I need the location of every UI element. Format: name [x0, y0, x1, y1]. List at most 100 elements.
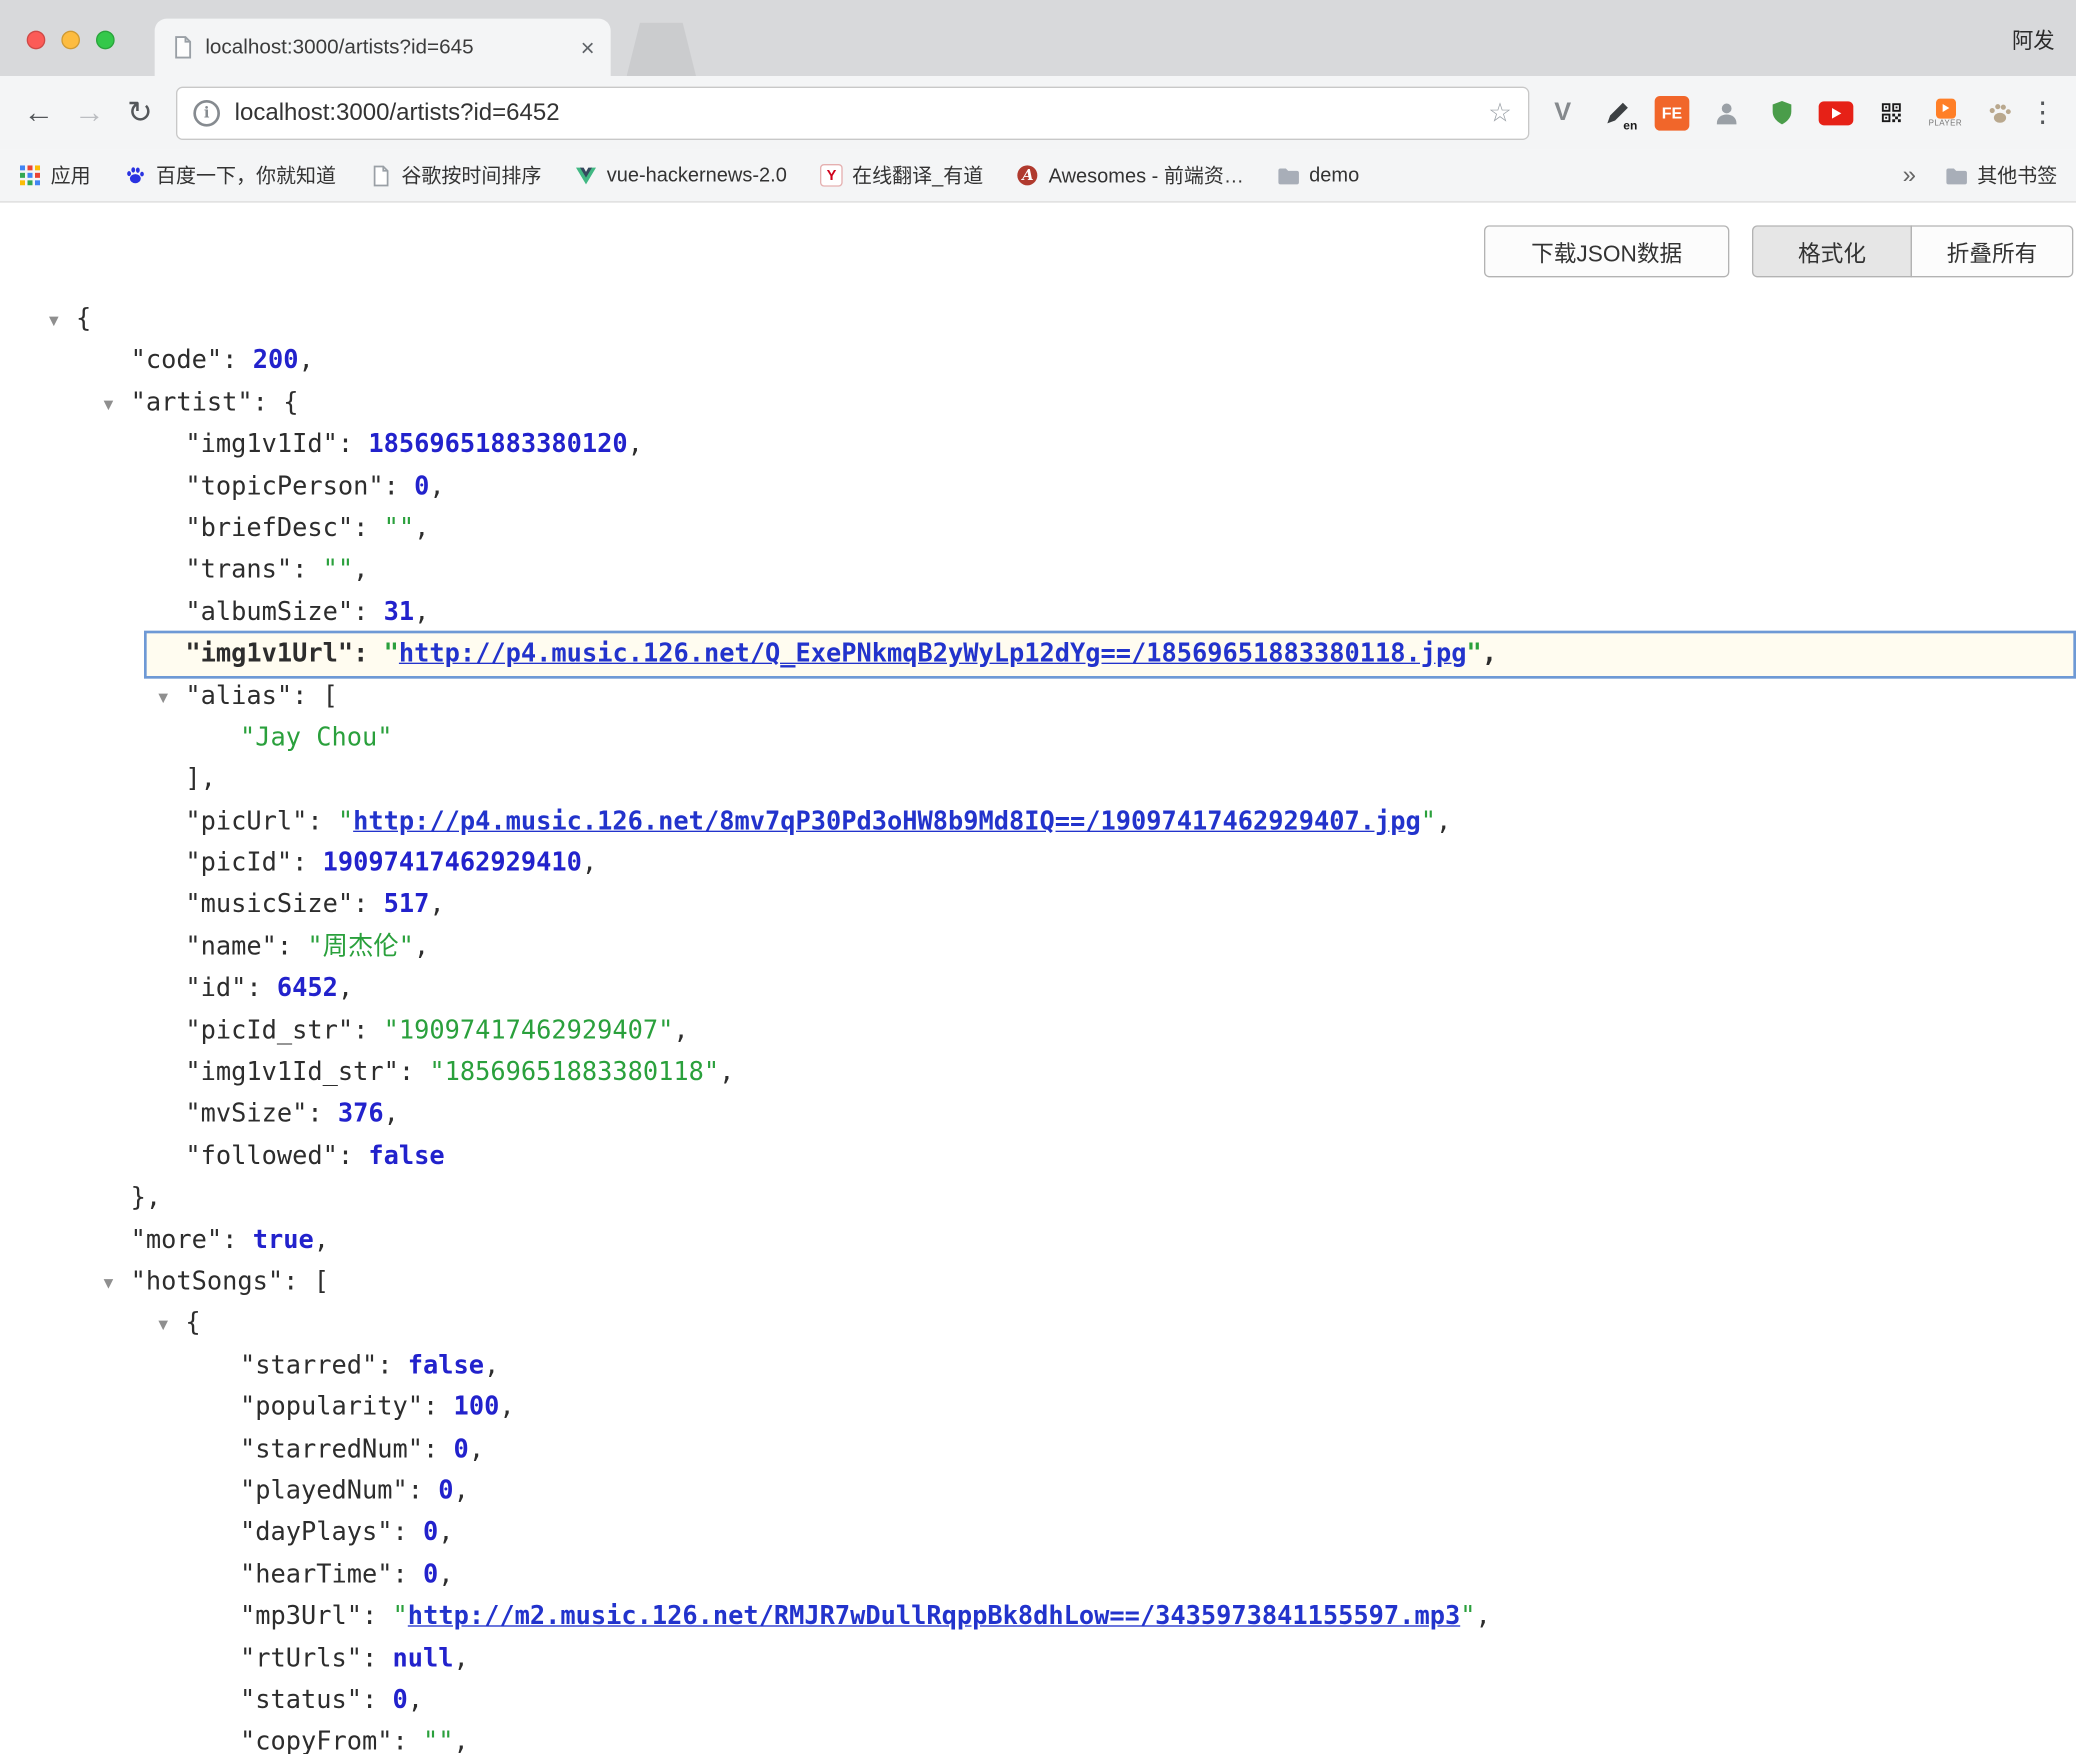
- reload-button[interactable]: ↻: [115, 95, 166, 131]
- json-token-n: 18569651883380120: [368, 430, 627, 459]
- bookmark-item-demo[interactable]: demo: [1277, 164, 1359, 187]
- json-token-p: ,: [454, 1727, 469, 1754]
- window-zoom-button[interactable]: [96, 31, 115, 50]
- vimium-extension-icon[interactable]: V: [1540, 90, 1585, 135]
- bookmark-item-youdao[interactable]: Y 在线翻译_有道: [820, 161, 983, 189]
- json-token-p: :: [377, 1350, 408, 1379]
- forward-button[interactable]: →: [64, 95, 115, 131]
- collapse-arrow-icon[interactable]: ▼: [158, 687, 168, 706]
- bookmark-item-awesomes[interactable]: A Awesomes - 前端资…: [1017, 161, 1244, 189]
- json-line-content: "popularity": 100,: [240, 1387, 2076, 1429]
- json-line: "dayPlays": 0,: [0, 1512, 2076, 1554]
- user-extension-icon[interactable]: [1704, 90, 1749, 135]
- browser-menu-icon[interactable]: ⋮: [2023, 96, 2063, 129]
- json-token-k: "dayPlays": [240, 1518, 393, 1547]
- window-minimize-button[interactable]: [61, 31, 80, 50]
- window-close-button[interactable]: [27, 31, 46, 50]
- shield-extension-icon[interactable]: [1759, 90, 1804, 135]
- json-line: "status": 0,: [0, 1680, 2076, 1722]
- bookmark-item-vue-hackernews[interactable]: vue-hackernews-2.0: [575, 164, 787, 187]
- vimium-v-glyph: V: [1554, 98, 1571, 127]
- json-token-n: 0: [414, 471, 429, 500]
- json-token-p: {: [76, 304, 91, 333]
- json-line-content: "briefDesc": "",: [185, 508, 2076, 550]
- json-token-p: : [: [292, 681, 338, 710]
- browser-tab[interactable]: localhost:3000/artists?id=645 ×: [155, 19, 611, 76]
- json-token-p: ,: [414, 597, 429, 626]
- json-token-p: :: [362, 1601, 393, 1630]
- json-token-k: "name": [185, 932, 277, 961]
- json-line-content: "status": 0,: [240, 1680, 2076, 1722]
- json-url-link[interactable]: http://p4.music.126.net/Q_ExePNkmqB2yWyL…: [399, 639, 1467, 668]
- paw-extension-icon[interactable]: [1977, 90, 2022, 135]
- json-token-n: 0: [423, 1518, 438, 1547]
- back-button[interactable]: ←: [13, 95, 64, 131]
- translate-pen-extension-icon[interactable]: en: [1595, 90, 1640, 135]
- qrcode-extension-icon[interactable]: [1868, 90, 1913, 135]
- download-json-button[interactable]: 下载JSON数据: [1484, 225, 1729, 277]
- other-bookmarks-folder[interactable]: 其他书签: [1945, 161, 2057, 189]
- format-button[interactable]: 格式化: [1752, 225, 1912, 277]
- json-url-link[interactable]: http://p4.music.126.net/8mv7qP30Pd3oHW8b…: [353, 806, 1421, 835]
- json-line: "picId": 19097417462929410,: [0, 843, 2076, 885]
- collapse-arrow-icon[interactable]: ▼: [158, 1315, 168, 1334]
- json-gutter: ▼: [0, 1260, 131, 1305]
- json-token-p: ,: [1482, 639, 1497, 668]
- view-mode-button-group: 格式化 折叠所有: [1752, 225, 2073, 277]
- json-line: ],: [0, 759, 2076, 801]
- bookmark-label: 在线翻译_有道: [852, 161, 983, 189]
- json-token-p: :: [353, 513, 384, 542]
- json-token-p: :: [353, 1016, 384, 1045]
- address-bar[interactable]: i localhost:3000/artists?id=6452 ☆: [176, 86, 1529, 139]
- json-url-link[interactable]: http://m2.music.126.net/RMJR7wDullRqppBk…: [408, 1601, 1460, 1630]
- json-token-p: :: [353, 890, 384, 919]
- json-token-k: "picUrl": [185, 806, 307, 835]
- json-gutter: ▼: [0, 674, 185, 719]
- json-token-q: ": [338, 806, 353, 835]
- profile-name[interactable]: 阿发: [2012, 0, 2055, 76]
- json-token-p: ],: [185, 764, 216, 793]
- collapse-arrow-icon[interactable]: ▼: [49, 311, 59, 330]
- json-token-k: "starred": [240, 1350, 377, 1379]
- bookmark-item-google-sort[interactable]: 谷歌按时间排序: [369, 161, 541, 189]
- json-token-p: :: [393, 1518, 424, 1547]
- json-line-content: "copyFrom": "",: [240, 1722, 2076, 1754]
- json-token-p: :: [384, 471, 415, 500]
- json-line-content: "picId_str": "19097417462929407",: [185, 1010, 2076, 1052]
- json-token-k: "briefDesc": [185, 513, 353, 542]
- youtube-extension-icon[interactable]: [1813, 90, 1858, 135]
- json-line-content: "followed": false: [185, 1136, 2076, 1178]
- player-extension-icon[interactable]: PLAYER: [1923, 90, 1968, 135]
- bookmark-label: demo: [1309, 164, 1359, 187]
- person-icon: [1712, 98, 1741, 127]
- json-line: "img1v1Id_str": "18569651883380118",: [0, 1052, 2076, 1094]
- json-token-p: ,: [429, 471, 444, 500]
- folder-icon: [1277, 164, 1300, 187]
- json-token-p: :: [277, 932, 308, 961]
- json-token-n: 31: [384, 597, 415, 626]
- bookmark-item-apps[interactable]: 应用: [19, 161, 91, 189]
- json-token-k: "trans": [185, 555, 292, 584]
- json-token-p: : {: [253, 388, 299, 417]
- json-token-k: "picId_str": [185, 1016, 353, 1045]
- bookmark-star-icon[interactable]: ☆: [1488, 96, 1512, 129]
- json-token-p: :: [362, 1685, 393, 1714]
- apps-grid-icon: [19, 164, 42, 187]
- collapse-arrow-icon[interactable]: ▼: [104, 1273, 114, 1292]
- json-token-s: "周杰伦": [307, 932, 414, 961]
- json-line: "name": "周杰伦",: [0, 926, 2076, 968]
- json-line: "id": 6452,: [0, 968, 2076, 1010]
- site-info-icon[interactable]: i: [193, 99, 220, 126]
- fe-badge: FE: [1655, 95, 1690, 130]
- new-tab-button[interactable]: [627, 23, 696, 76]
- json-line-content: "mp3Url": "http://m2.music.126.net/RMJR7…: [240, 1596, 2076, 1638]
- tab-close-icon[interactable]: ×: [581, 35, 595, 59]
- json-line: "popularity": 100,: [0, 1387, 2076, 1429]
- fehelper-extension-icon[interactable]: FE: [1649, 90, 1694, 135]
- bookmarks-overflow-chevron[interactable]: »: [1903, 161, 1916, 189]
- collapse-all-button[interactable]: 折叠所有: [1911, 225, 2074, 277]
- collapse-arrow-icon[interactable]: ▼: [104, 394, 114, 413]
- json-line: ▼{: [0, 299, 2076, 341]
- json-line-content: "starredNum": 0,: [240, 1429, 2076, 1471]
- bookmark-item-baidu[interactable]: 百度一下，你就知道: [124, 161, 336, 189]
